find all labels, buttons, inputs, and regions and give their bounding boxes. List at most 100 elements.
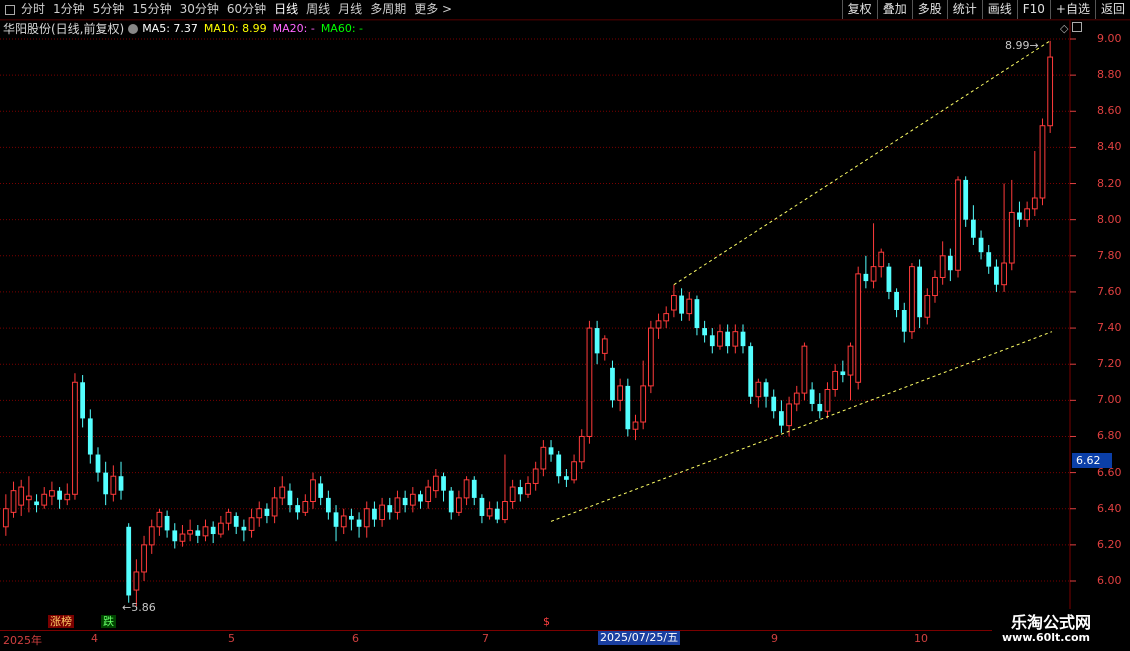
- candle-up: [801, 345, 808, 394]
- candle-up: [18, 486, 25, 506]
- y-tick-label: 6.60: [1097, 465, 1122, 479]
- dividend-marker[interactable]: $: [541, 615, 552, 628]
- candle-up: [1008, 211, 1015, 264]
- candle-up: [256, 508, 263, 519]
- candle-up: [25, 495, 32, 501]
- candle-up: [456, 497, 462, 513]
- candle-up: [870, 266, 877, 282]
- low-price-label: ←5.86: [122, 601, 156, 614]
- candle-up: [463, 479, 470, 499]
- candlestick-chart[interactable]: [0, 0, 1130, 650]
- candle-up: [755, 381, 762, 398]
- candle-down: [441, 476, 446, 491]
- watermark: 乐淘公式网 www.60lt.com: [992, 609, 1130, 650]
- y-tick-label: 7.40: [1097, 321, 1122, 335]
- candle-up: [786, 403, 792, 427]
- candle-down: [947, 255, 953, 271]
- candle-down: [372, 508, 377, 520]
- y-tick-label: 7.00: [1097, 393, 1122, 407]
- y-tick-label: 8.80: [1097, 68, 1122, 82]
- candle-down: [694, 299, 700, 329]
- candle-up: [64, 493, 71, 501]
- candle-up: [732, 331, 739, 347]
- candle-down: [34, 501, 39, 506]
- candle-up: [1024, 208, 1031, 221]
- date-axis: 2025年 4 5 6 7 9 10: [0, 630, 1070, 651]
- candle-down: [978, 237, 984, 253]
- watermark-url: www.60lt.com: [1002, 631, 1091, 644]
- trend-resistance-line: [673, 40, 1051, 286]
- candle-up: [409, 493, 416, 506]
- y-tick-label: 8.20: [1097, 176, 1122, 190]
- y-tick-label: 7.20: [1097, 357, 1122, 371]
- candle-up: [832, 370, 839, 390]
- candle-down: [103, 472, 109, 495]
- candle-down: [387, 505, 393, 513]
- high-price-value: 8.99: [1005, 39, 1030, 52]
- y-tick-label: 6.00: [1097, 574, 1122, 587]
- candle-down: [994, 266, 999, 285]
- candle-up: [271, 497, 278, 517]
- candle-up: [909, 266, 915, 333]
- limit-up-badge[interactable]: 涨榜: [48, 615, 74, 628]
- limit-down-badge[interactable]: 跌: [101, 615, 116, 628]
- current-price-flag: 6.62: [1072, 453, 1112, 468]
- candle-down: [241, 526, 247, 531]
- candle-up: [49, 490, 55, 497]
- candle-down: [702, 328, 707, 336]
- candle-down: [894, 291, 899, 310]
- candle-down: [901, 310, 907, 332]
- candle-down: [610, 367, 615, 401]
- candle-up: [655, 320, 662, 329]
- candle-down: [318, 483, 324, 498]
- y-tick-label: 8.40: [1097, 140, 1122, 154]
- candle-down: [233, 515, 239, 527]
- candle-up: [617, 385, 624, 401]
- candle-down: [556, 454, 562, 477]
- candle-down: [763, 382, 769, 397]
- y-tick-label: 6.80: [1097, 429, 1122, 443]
- candle-up: [432, 475, 439, 492]
- candle-down: [172, 530, 178, 542]
- candle-down: [126, 526, 132, 596]
- candle-down: [963, 179, 969, 220]
- candle-down: [779, 411, 784, 426]
- arrow-left-icon: ←: [122, 601, 132, 614]
- candle-up: [686, 298, 693, 315]
- candle-up: [486, 508, 493, 517]
- candle-up: [363, 508, 370, 528]
- candle-up: [1031, 197, 1038, 210]
- candle-up: [141, 544, 147, 573]
- candle-up: [156, 511, 163, 528]
- candle-down: [771, 396, 777, 412]
- candle-up: [41, 493, 48, 506]
- candle-down: [264, 508, 270, 516]
- candle-down: [356, 519, 362, 527]
- candle-down: [809, 389, 815, 404]
- y-tick-label: 7.60: [1097, 284, 1122, 298]
- candle-down: [594, 328, 600, 354]
- candle-down: [625, 385, 631, 430]
- candle-up: [179, 533, 186, 542]
- candle-down: [349, 515, 354, 520]
- candle-up: [1039, 125, 1046, 199]
- candle-up: [525, 482, 531, 495]
- candle-up: [302, 501, 309, 513]
- candle-down: [195, 530, 201, 536]
- selected-date: 2025/07/25/五: [598, 631, 681, 645]
- candle-up: [72, 381, 78, 495]
- candle-up: [671, 295, 677, 311]
- y-tick-label: 9.00: [1097, 32, 1122, 45]
- candle-up: [10, 490, 17, 513]
- candle-down: [95, 454, 101, 473]
- candle-down: [709, 335, 715, 347]
- candle-up: [847, 345, 854, 376]
- candle-down: [748, 346, 754, 397]
- candle-down: [740, 331, 746, 347]
- y-tick-label: 6.20: [1097, 537, 1122, 551]
- date-label-oct: 10: [914, 632, 928, 645]
- candle-down: [917, 266, 923, 318]
- candle-up: [571, 461, 577, 481]
- candle-down: [725, 331, 731, 347]
- candle-up: [717, 331, 723, 347]
